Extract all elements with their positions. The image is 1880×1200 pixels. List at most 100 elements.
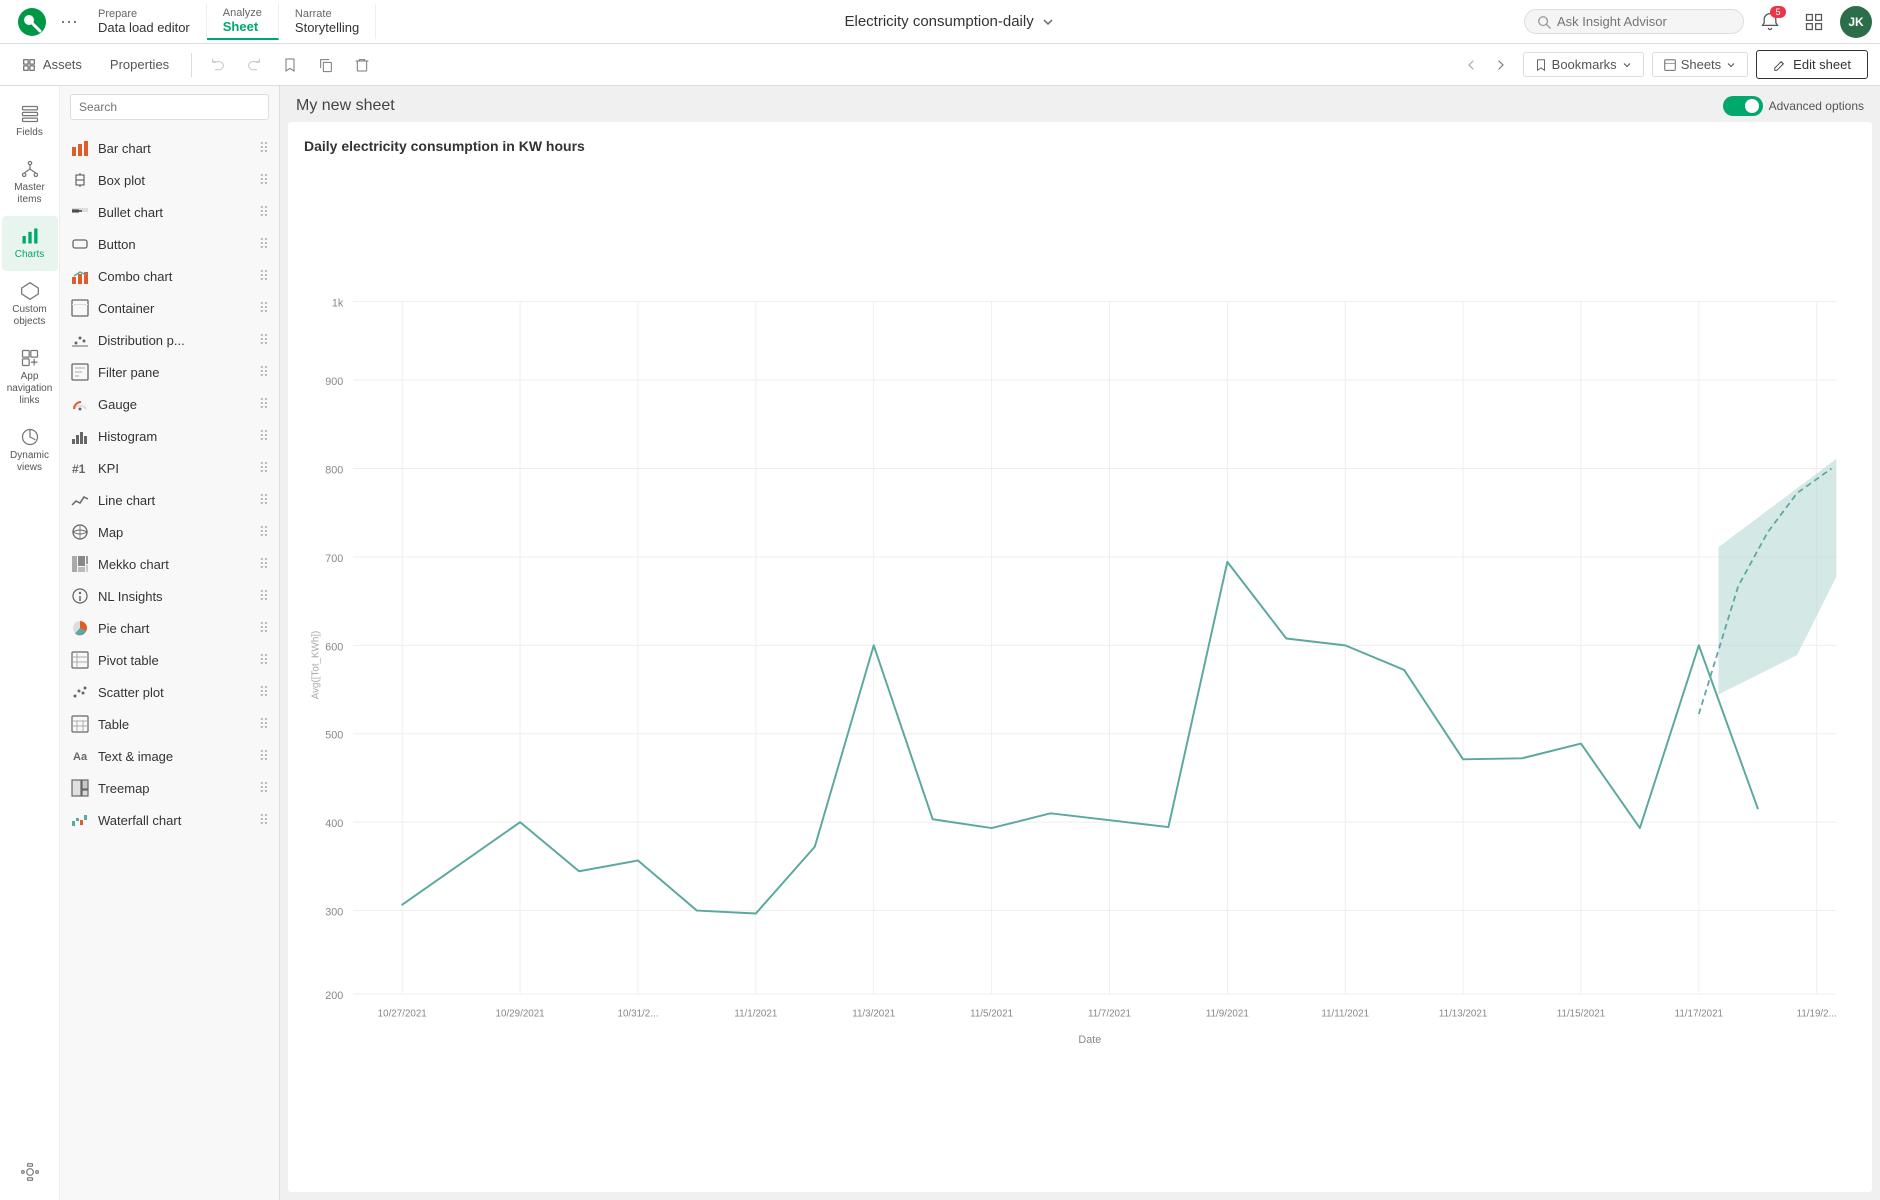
svg-text:11/17/2021: 11/17/2021 (1675, 1009, 1723, 1020)
dynamic-views-icon (20, 427, 40, 447)
redo-button[interactable] (240, 51, 268, 79)
charts-search-input[interactable] (70, 94, 269, 120)
chart-item-kpi[interactable]: #1 KPI ⠿ (60, 452, 279, 484)
bookmarks-button[interactable]: Bookmarks (1523, 52, 1644, 77)
chart-item-text-image[interactable]: Aa Text & image ⠿ (60, 740, 279, 772)
qlik-logo[interactable] (8, 6, 56, 38)
chart-item-container[interactable]: Container ⠿ (60, 292, 279, 324)
sidebar-settings-button[interactable] (2, 1152, 58, 1192)
pie-chart-drag-icon[interactable]: ⠿ (259, 620, 269, 637)
combo-chart-drag-icon[interactable]: ⠿ (259, 268, 269, 285)
bullet-chart-drag-icon[interactable]: ⠿ (259, 204, 269, 221)
chart-item-line-chart[interactable]: Line chart ⠿ (60, 484, 279, 516)
mekko-chart-drag-icon[interactable]: ⠿ (259, 556, 269, 573)
chart-item-distribution[interactable]: Distribution p... ⠿ (60, 324, 279, 356)
chart-item-map[interactable]: Map ⠿ (60, 516, 279, 548)
button-drag-icon[interactable]: ⠿ (259, 236, 269, 253)
chart-item-filter-pane[interactable]: Filter pane ⠿ (60, 356, 279, 388)
chart-item-bullet-chart[interactable]: Bullet chart ⠿ (60, 196, 279, 228)
sidebar-item-dynamic-views[interactable]: Dynamic views (2, 417, 58, 484)
chevron-right-icon (1493, 57, 1509, 73)
bookmark-icon (282, 57, 298, 73)
grid-icon (1804, 12, 1824, 32)
nav-prepare[interactable]: Prepare Data load editor (82, 4, 207, 39)
app-title[interactable]: Electricity consumption-daily (376, 13, 1524, 30)
gauge-drag-icon[interactable]: ⠿ (259, 396, 269, 413)
assets-tab[interactable]: Assets (12, 53, 92, 77)
chart-item-histogram[interactable]: Histogram ⠿ (60, 420, 279, 452)
chart-list: Bar chart ⠿ Box plot ⠿ Bullet chart ⠿ (60, 128, 279, 1200)
chart-item-pivot-table[interactable]: Pivot table ⠿ (60, 644, 279, 676)
histogram-icon (70, 426, 90, 446)
text-image-icon: Aa (70, 746, 90, 766)
chart-item-treemap[interactable]: Treemap ⠿ (60, 772, 279, 804)
chart-item-gauge[interactable]: Gauge ⠿ (60, 388, 279, 420)
sidebar-item-app-nav[interactable]: App navigation links (2, 338, 58, 417)
bookmarks-icon (1534, 58, 1548, 72)
scatter-plot-drag-icon[interactable]: ⠿ (259, 684, 269, 701)
chart-item-waterfall-chart[interactable]: Waterfall chart ⠿ (60, 804, 279, 836)
insight-advisor-search[interactable] (1524, 9, 1744, 34)
treemap-drag-icon[interactable]: ⠿ (259, 780, 269, 797)
container-drag-icon[interactable]: ⠿ (259, 300, 269, 317)
sheets-button[interactable]: Sheets (1652, 52, 1748, 77)
bookmark-save-button[interactable] (276, 51, 304, 79)
copy-button[interactable] (312, 51, 340, 79)
user-avatar[interactable]: JK (1840, 6, 1872, 38)
bar-chart-drag-icon[interactable]: ⠿ (259, 140, 269, 157)
app-nav-icon (20, 348, 40, 368)
chart-item-scatter-plot[interactable]: Scatter plot ⠿ (60, 676, 279, 708)
waterfall-chart-drag-icon[interactable]: ⠿ (259, 812, 269, 829)
svg-text:10/29/2021: 10/29/2021 (496, 1009, 545, 1020)
insight-advisor-input[interactable] (1557, 14, 1717, 29)
chart-item-bar-chart[interactable]: Bar chart ⠿ (60, 132, 279, 164)
toggle-control[interactable] (1723, 96, 1763, 116)
nav-right: 5 JK (1524, 4, 1872, 40)
pivot-table-drag-icon[interactable]: ⠿ (259, 652, 269, 669)
advanced-options-toggle[interactable]: Advanced options (1723, 96, 1864, 116)
notifications-button[interactable]: 5 (1752, 4, 1788, 40)
map-drag-icon[interactable]: ⠿ (259, 524, 269, 541)
next-sheet-button[interactable] (1487, 51, 1515, 79)
line-chart-icon (70, 490, 90, 510)
chart-item-combo-chart[interactable]: Combo chart ⠿ (60, 260, 279, 292)
chart-item-button[interactable]: Button ⠿ (60, 228, 279, 260)
histogram-drag-icon[interactable]: ⠿ (259, 428, 269, 445)
filter-pane-drag-icon[interactable]: ⠿ (259, 364, 269, 381)
svg-text:11/11/2021: 11/11/2021 (1321, 1009, 1369, 1020)
chart-item-pie-chart[interactable]: Pie chart ⠿ (60, 612, 279, 644)
box-plot-drag-icon[interactable]: ⠿ (259, 172, 269, 189)
svg-text:200: 200 (325, 990, 343, 1002)
distribution-drag-icon[interactable]: ⠿ (259, 332, 269, 349)
svg-text:11/19/2...: 11/19/2... (1797, 1009, 1837, 1020)
nl-insights-drag-icon[interactable]: ⠿ (259, 588, 269, 605)
custom-objects-icon (20, 281, 40, 301)
table-drag-icon[interactable]: ⠿ (259, 716, 269, 733)
undo-button[interactable] (204, 51, 232, 79)
kpi-drag-icon[interactable]: ⠿ (259, 460, 269, 477)
svg-text:Avg([Tot_KWh]): Avg([Tot_KWh]) (311, 631, 322, 700)
edit-sheet-button[interactable]: Edit sheet (1756, 50, 1868, 79)
svg-text:11/13/2021: 11/13/2021 (1439, 1009, 1487, 1020)
chart-item-table[interactable]: Table ⠿ (60, 708, 279, 740)
sidebar-item-custom-objects[interactable]: Custom objects (2, 271, 58, 338)
nav-narrate[interactable]: Narrate Storytelling (279, 4, 376, 39)
sidebar-item-fields[interactable]: Fields (2, 94, 58, 149)
chart-item-box-plot[interactable]: Box plot ⠿ (60, 164, 279, 196)
grid-button[interactable] (1796, 4, 1832, 40)
nav-analyze[interactable]: Analyze Sheet (207, 3, 279, 40)
chart-item-mekko-chart[interactable]: Mekko chart ⠿ (60, 548, 279, 580)
chart-title: Daily electricity consumption in KW hour… (304, 138, 1856, 154)
properties-tab[interactable]: Properties (100, 53, 179, 76)
nav-more-icon[interactable]: ··· (56, 11, 82, 32)
sidebar-item-master-items[interactable]: Master items (2, 149, 58, 216)
sidebar-item-charts[interactable]: Charts (2, 216, 58, 271)
prev-sheet-button[interactable] (1457, 51, 1485, 79)
text-image-drag-icon[interactable]: ⠿ (259, 748, 269, 765)
bar-chart-icon (70, 138, 90, 158)
delete-button[interactable] (348, 51, 376, 79)
svg-text:400: 400 (325, 818, 343, 830)
chart-item-nl-insights[interactable]: NL Insights ⠿ (60, 580, 279, 612)
line-chart-drag-icon[interactable]: ⠿ (259, 492, 269, 509)
charts-search-box[interactable] (60, 86, 279, 128)
